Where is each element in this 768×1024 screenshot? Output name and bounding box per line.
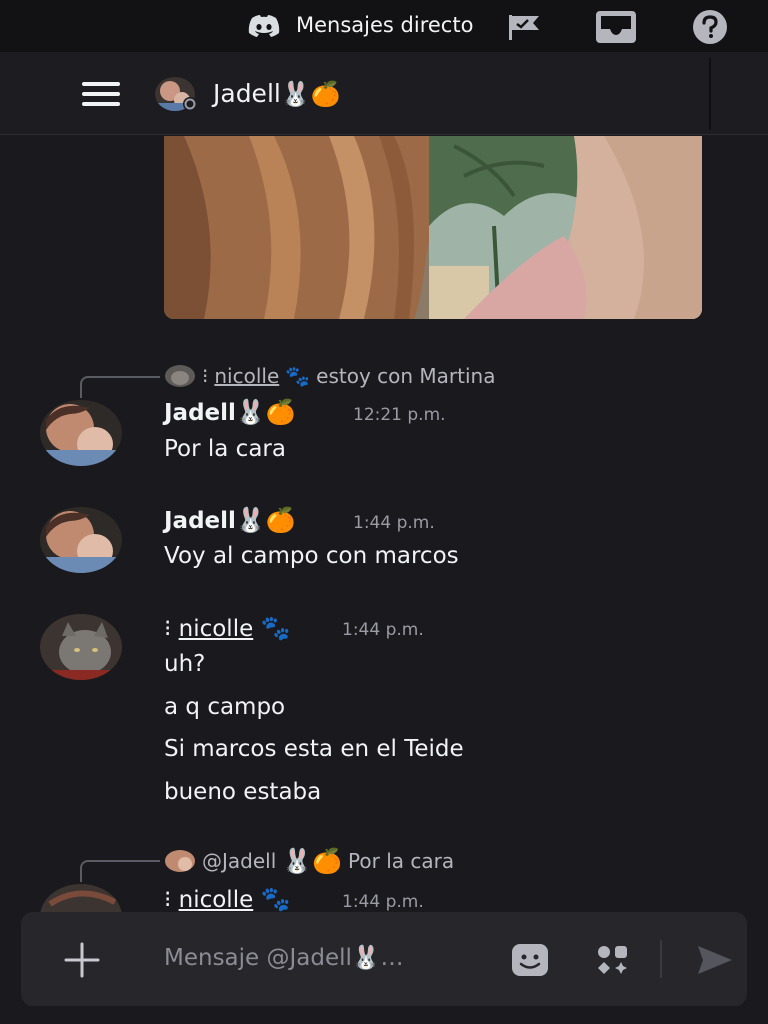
image-attachment[interactable] xyxy=(164,136,702,319)
reply-preview[interactable]: ⁝ nicolle 🐾 estoy con Martina xyxy=(164,362,495,390)
message-input[interactable]: Mensaje @Jadell🐰… xyxy=(164,944,404,971)
plus-icon[interactable] xyxy=(60,938,104,982)
message-author[interactable]: Jadell🐰🍊 xyxy=(164,398,296,426)
help-icon[interactable] xyxy=(690,9,730,45)
message-timestamp: 1:44 p.m. xyxy=(353,513,435,533)
message-text: a q campo xyxy=(164,694,286,720)
message-text: Voy al campo con marcos xyxy=(164,543,459,569)
avatar[interactable] xyxy=(155,77,197,111)
message-timestamp: 1:44 p.m. xyxy=(342,892,424,912)
emoji-icon[interactable] xyxy=(508,942,552,978)
message-author[interactable]: ⁝ nicolle 🐾 xyxy=(164,614,290,642)
avatar[interactable] xyxy=(40,400,123,466)
reply-connector xyxy=(80,860,160,882)
page-title: Mensajes directo xyxy=(296,13,474,37)
reply-avatar xyxy=(165,365,195,387)
message-text: bueno estaba xyxy=(164,779,322,805)
message-author[interactable]: ⁝ nicolle 🐾 xyxy=(164,885,290,913)
message-author[interactable]: Jadell🐰🍊 xyxy=(164,506,296,534)
header-username[interactable]: Jadell🐰🍊 xyxy=(213,79,341,108)
reply-connector xyxy=(80,376,160,398)
composer-divider xyxy=(660,940,662,978)
avatar[interactable] xyxy=(40,614,123,680)
discord-logo-icon xyxy=(248,15,280,37)
reply-preview[interactable]: @Jadell 🐰🍊 Por la cara xyxy=(164,847,454,875)
reply-avatar xyxy=(165,850,195,872)
flag-icon[interactable] xyxy=(506,13,542,41)
send-icon[interactable] xyxy=(694,942,736,978)
header-divider xyxy=(709,58,711,130)
message-timestamp: 1:44 p.m. xyxy=(342,620,424,640)
avatar[interactable] xyxy=(40,507,123,573)
message-text: uh? xyxy=(164,651,206,677)
inbox-icon[interactable] xyxy=(594,9,638,45)
message-timestamp: 12:21 p.m. xyxy=(353,405,446,425)
message-text: Por la cara xyxy=(164,436,286,462)
avatar[interactable] xyxy=(40,884,123,912)
apps-icon[interactable] xyxy=(591,942,633,978)
hamburger-menu-icon[interactable] xyxy=(82,82,122,108)
message-text: Si marcos esta en el Teide xyxy=(164,736,464,762)
